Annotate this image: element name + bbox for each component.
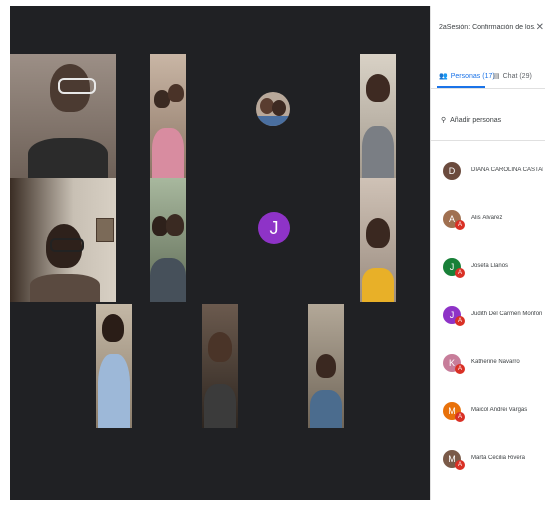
add-person-icon: ⚲ xyxy=(441,117,447,124)
people-icon: 👥 xyxy=(439,73,448,80)
muted-badge: A xyxy=(455,268,465,278)
close-icon[interactable]: ✕ xyxy=(536,22,544,33)
meeting-title: 2aSesión: Confirmación de los... xyxy=(439,24,535,31)
divider xyxy=(431,140,545,141)
people-panel: 2aSesión: Confirmación de los... ✕ 👥 Per… xyxy=(430,6,545,500)
video-tile[interactable] xyxy=(10,54,116,178)
video-tile[interactable] xyxy=(150,178,186,302)
active-tab-indicator xyxy=(437,86,485,88)
participant-name: DIANA CAROLINA CASTAÑO B... xyxy=(471,167,543,173)
chat-icon: ▤ xyxy=(493,73,500,80)
tab-chat[interactable]: ▤ Chat (29) xyxy=(493,72,532,81)
participant-avatar-j: J xyxy=(258,212,290,244)
panel-tabs: 👥 Personas (17) ▤ Chat (29) xyxy=(431,66,545,89)
participant-name: Judith Del Carmen Monfon xyxy=(471,311,543,317)
list-item[interactable]: M A Maicol Andrei Vargas xyxy=(431,394,545,442)
list-item[interactable]: A A Alis Álvarez xyxy=(431,202,545,250)
participant-photo-circle xyxy=(256,92,290,126)
list-item[interactable]: J A Judith Del Carmen Monfon xyxy=(431,298,545,346)
video-tile[interactable] xyxy=(96,304,132,428)
video-tile[interactable] xyxy=(360,54,396,178)
video-tile[interactable] xyxy=(10,178,116,302)
participant-name: Maicol Andrei Vargas xyxy=(471,407,528,413)
participant-name: Katherine Navarro xyxy=(471,359,520,365)
video-tile[interactable] xyxy=(360,178,396,302)
muted-badge: A xyxy=(455,316,465,326)
list-item[interactable]: M A Marta Cecilia Rivera xyxy=(431,442,545,490)
add-people-button[interactable]: ⚲ Añadir personas xyxy=(441,116,501,125)
list-item[interactable]: J A Josefa Llanos xyxy=(431,250,545,298)
video-tile[interactable] xyxy=(308,304,344,428)
video-grid: J xyxy=(10,6,430,500)
list-item[interactable]: K A Katherine Navarro xyxy=(431,346,545,394)
tab-people[interactable]: 👥 Personas (17) xyxy=(439,72,495,81)
participant-name: Josefa Llanos xyxy=(471,263,509,269)
participant-list: D DIANA CAROLINA CASTAÑO B... A A Alis Á… xyxy=(431,154,545,490)
participant-name: Marta Cecilia Rivera xyxy=(471,455,526,461)
list-item[interactable]: D DIANA CAROLINA CASTAÑO B... xyxy=(431,154,545,202)
video-tile[interactable] xyxy=(150,54,186,178)
muted-badge: A xyxy=(455,412,465,422)
muted-badge: A xyxy=(455,364,465,374)
video-tile[interactable] xyxy=(202,304,238,428)
muted-badge: A xyxy=(455,220,465,230)
muted-badge: A xyxy=(455,460,465,470)
participant-name: Alis Álvarez xyxy=(471,215,503,221)
meeting-window: J 2aSesión: Confirmación de los... ✕ 👥 P… xyxy=(10,6,545,500)
avatar: D xyxy=(443,162,461,180)
